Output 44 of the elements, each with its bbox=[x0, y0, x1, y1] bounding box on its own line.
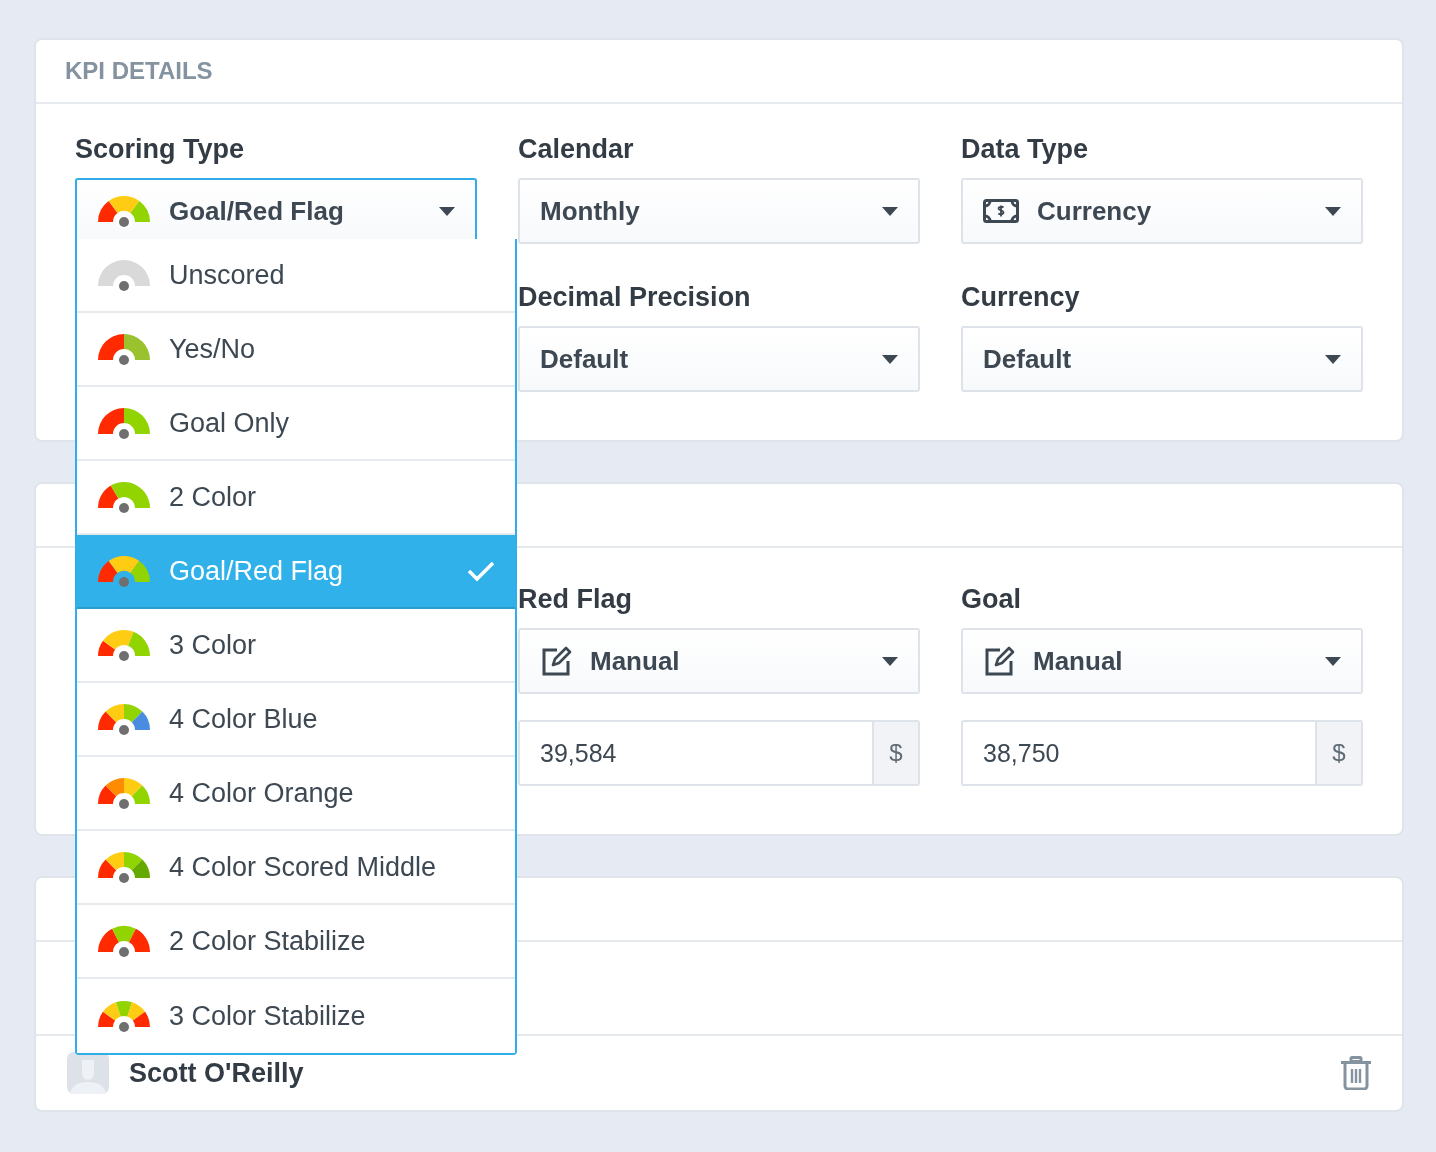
gauge-icon bbox=[97, 924, 151, 958]
avatar-icon bbox=[67, 1052, 109, 1094]
caret-icon bbox=[882, 354, 898, 364]
gauge-icon bbox=[97, 999, 151, 1033]
gauge-icon bbox=[97, 332, 151, 366]
card-title: KPI DETAILS bbox=[65, 57, 213, 85]
field-label: Currency bbox=[961, 282, 1081, 313]
trash-icon[interactable] bbox=[1340, 1056, 1372, 1090]
caret-icon bbox=[882, 656, 898, 666]
field-label: Data Type bbox=[961, 134, 1090, 165]
currency-addon: $ bbox=[872, 722, 918, 784]
select-dropdown[interactable]: Manual bbox=[961, 628, 1363, 694]
edit-icon bbox=[540, 645, 572, 677]
select-dropdown[interactable]: Currency bbox=[961, 178, 1363, 244]
gauge-icon bbox=[97, 702, 151, 736]
gauge-icon bbox=[97, 628, 151, 662]
currency-addon: $ bbox=[1315, 722, 1361, 784]
caret-icon bbox=[1325, 206, 1341, 216]
gauge-icon bbox=[97, 554, 151, 588]
amount-field[interactable]: 38,750 $ bbox=[961, 720, 1363, 786]
caret-icon bbox=[439, 206, 455, 216]
caret-icon bbox=[882, 206, 898, 216]
select-dropdown[interactable]: Manual bbox=[518, 628, 920, 694]
check-icon bbox=[467, 560, 495, 582]
caret-icon bbox=[1325, 656, 1341, 666]
user-name: Scott O'Reilly bbox=[129, 1057, 305, 1089]
select-dropdown[interactable]: Default bbox=[961, 326, 1363, 392]
edit-icon bbox=[983, 645, 1015, 677]
money-icon bbox=[983, 199, 1019, 223]
select-dropdown[interactable]: Monthly bbox=[518, 178, 920, 244]
field-label: Calendar bbox=[518, 134, 635, 165]
field-label: Red Flag bbox=[518, 584, 633, 615]
gauge-icon bbox=[97, 850, 151, 884]
field-label: Goal bbox=[961, 584, 1022, 615]
caret-icon bbox=[1325, 354, 1341, 364]
select-dropdown[interactable]: Default bbox=[518, 326, 920, 392]
gauge-icon bbox=[97, 194, 151, 228]
gauge-icon bbox=[97, 258, 151, 292]
field-label: Scoring Type bbox=[75, 134, 246, 165]
gauge-icon bbox=[97, 480, 151, 514]
field-label: Decimal Precision bbox=[518, 282, 752, 313]
gauge-icon bbox=[97, 406, 151, 440]
gauge-icon bbox=[97, 776, 151, 810]
amount-field[interactable]: 39,584 $ bbox=[518, 720, 920, 786]
